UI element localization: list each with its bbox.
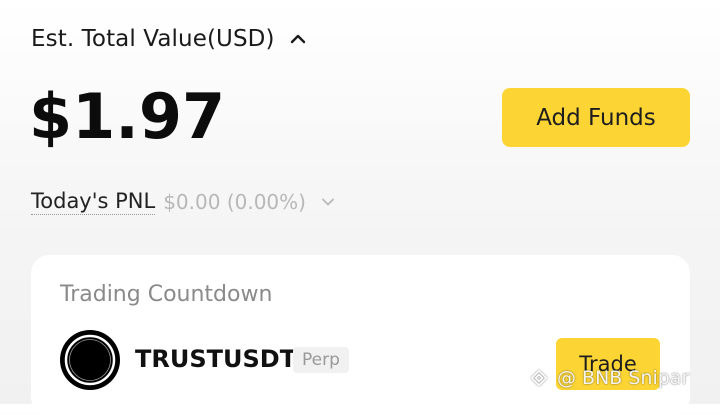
todays-pnl-row[interactable]: Today's PNL $0.00 (0.00%) (31, 189, 336, 215)
binance-square-logo-icon (530, 369, 548, 387)
est-total-value-toggle[interactable]: Est. Total Value(USD) (31, 26, 307, 52)
perp-badge: Perp (293, 347, 349, 373)
token-logo-icon (60, 330, 120, 390)
total-balance: $1.97 (29, 80, 226, 153)
trading-countdown-card: Trading Countdown TRUSTUSDT Perp Trade (31, 255, 690, 415)
watermark: @ BNB Snipar (527, 366, 689, 390)
add-funds-button[interactable]: Add Funds (502, 88, 690, 147)
watermark-text: @ BNB Snipar (557, 367, 690, 389)
est-total-value-label: Est. Total Value(USD) (31, 26, 275, 52)
chevron-up-icon (290, 34, 305, 44)
chevron-down-icon (322, 198, 334, 206)
todays-pnl-value: $0.00 (0.00%) (163, 190, 306, 214)
token-symbol[interactable]: TRUSTUSDT (135, 345, 296, 373)
card-title: Trading Countdown (60, 282, 273, 307)
todays-pnl-label: Today's PNL (31, 189, 156, 215)
